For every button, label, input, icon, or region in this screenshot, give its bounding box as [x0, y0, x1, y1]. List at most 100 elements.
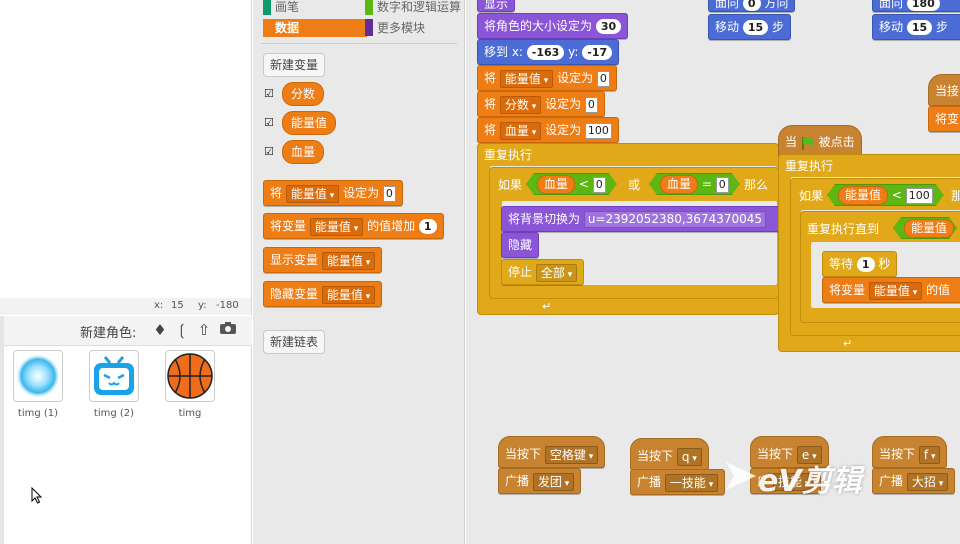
- value-input[interactable]: 0: [382, 185, 396, 202]
- set-variable-block[interactable]: 将 能量值 设定为 0: [263, 180, 403, 206]
- set-size-block[interactable]: 将角色的大小设定为 30: [477, 13, 629, 39]
- x-input[interactable]: -163: [526, 45, 565, 60]
- energy-reporter[interactable]: 能量值: [904, 219, 954, 238]
- health-reporter[interactable]: 血量: [660, 175, 698, 194]
- change-variable-block[interactable]: 将变: [928, 106, 960, 132]
- when-key-pressed-block[interactable]: 当按下 q: [630, 438, 709, 470]
- stop-block[interactable]: 停止 全部: [501, 259, 585, 285]
- when-flag-clicked-block[interactable]: 当 被点击: [778, 125, 862, 157]
- value-input[interactable]: 1: [418, 219, 437, 234]
- variable-dropdown[interactable]: 能量值: [309, 217, 364, 236]
- health-reporter[interactable]: 血量: [537, 175, 575, 194]
- category-more-blocks[interactable]: 更多模块: [365, 19, 425, 37]
- camera-icon[interactable]: [218, 320, 238, 340]
- set-variable-block[interactable]: 将 分数 设定为 0: [477, 91, 605, 117]
- show-block[interactable]: 显示: [477, 0, 516, 12]
- point-direction-block[interactable]: 面向 0 方向: [708, 0, 796, 12]
- value-input[interactable]: 100: [906, 188, 933, 204]
- backdrop-dropdown[interactable]: u=2392052380,3674370045: [583, 211, 767, 228]
- point-direction-block[interactable]: 面向 180: [872, 0, 960, 12]
- condition-operator[interactable]: 能量值: [893, 217, 957, 239]
- loop-arrow-icon: ↵: [843, 337, 853, 350]
- category-operators-label: 数字和逻辑运算: [377, 0, 462, 14]
- stage[interactable]: [0, 0, 252, 298]
- move-steps-block[interactable]: 移动 15 步: [872, 14, 960, 40]
- variable-dropdown[interactable]: 能量值: [499, 69, 554, 88]
- when-key-pressed-block[interactable]: 当按下 空格键: [498, 436, 606, 468]
- block-text: 将: [484, 71, 497, 85]
- value-input[interactable]: 0: [593, 177, 606, 193]
- sprite-thumbnail-orb: [13, 350, 63, 402]
- variable-reporter-health[interactable]: 血量: [282, 140, 325, 164]
- steps-input[interactable]: 15: [906, 20, 933, 35]
- value-input[interactable]: 0: [596, 70, 610, 87]
- sprite-item[interactable]: timg (2): [86, 350, 142, 419]
- when-receive-block[interactable]: 当接: [928, 74, 960, 106]
- wait-block[interactable]: 等待 1 秒: [822, 251, 898, 277]
- stop-option-dropdown[interactable]: 全部: [535, 263, 578, 282]
- variable-dropdown[interactable]: 能量值: [321, 285, 376, 304]
- category-operators[interactable]: 数字和逻辑运算: [365, 0, 461, 16]
- variable-dropdown[interactable]: 能量值: [868, 281, 923, 300]
- direction-input[interactable]: 0: [742, 0, 761, 11]
- broadcast-block[interactable]: 广播 一技能: [630, 469, 726, 495]
- energy-reporter[interactable]: 能量值: [838, 186, 888, 205]
- variable-reporter-score[interactable]: 分数: [282, 82, 325, 106]
- variable-checkbox[interactable]: ☑: [264, 117, 275, 128]
- sprite-library-icon[interactable]: ♦: [150, 320, 170, 340]
- steps-input[interactable]: 15: [742, 20, 769, 35]
- block-text: 将角色的大小设定为: [484, 19, 593, 33]
- key-dropdown[interactable]: f: [918, 445, 941, 464]
- block-text: 被点击: [818, 135, 855, 149]
- block-text: 当: [785, 135, 798, 149]
- new-list-button[interactable]: 新建链表: [263, 330, 326, 354]
- message-dropdown[interactable]: 发团: [532, 472, 575, 491]
- variable-dropdown[interactable]: 能量值: [285, 184, 340, 203]
- watermark-logo-icon: [726, 462, 756, 490]
- less-than-operator[interactable]: 能量值 < 100: [827, 184, 944, 206]
- upload-icon[interactable]: ⇧: [194, 320, 214, 340]
- block-text: 移到 x:: [484, 45, 523, 59]
- paint-brush-icon[interactable]: ❲: [172, 320, 192, 340]
- variable-dropdown[interactable]: 能量值: [321, 251, 376, 270]
- category-pen[interactable]: 画笔: [263, 0, 299, 16]
- move-steps-block[interactable]: 移动 15 步: [708, 14, 791, 40]
- y-label: y:: [198, 300, 207, 311]
- hide-variable-block[interactable]: 隐藏变量 能量值: [263, 281, 383, 307]
- sprite-item[interactable]: timg (1): [10, 350, 66, 419]
- block-text: 重复执行: [484, 148, 533, 162]
- variable-reporter-energy[interactable]: 能量值: [282, 111, 337, 135]
- value-input[interactable]: 100: [584, 122, 612, 139]
- sprite-item[interactable]: timg: [162, 350, 218, 419]
- show-variable-block[interactable]: 显示变量 能量值: [263, 247, 383, 273]
- variable-dropdown[interactable]: 血量: [499, 121, 542, 140]
- direction-input[interactable]: 180: [906, 0, 940, 11]
- key-dropdown[interactable]: 空格键: [544, 445, 599, 464]
- value-input[interactable]: 0: [584, 96, 598, 113]
- switch-backdrop-block[interactable]: 将背景切换为 u=2392052380,3674370045: [501, 206, 791, 232]
- broadcast-block[interactable]: 广播 发团: [498, 468, 582, 494]
- size-input[interactable]: 30: [595, 19, 622, 34]
- hide-block[interactable]: 隐藏: [501, 232, 540, 258]
- seconds-input[interactable]: 1: [856, 257, 875, 272]
- category-data[interactable]: 数据: [263, 19, 367, 37]
- block-text: 显示变量: [270, 253, 319, 267]
- go-to-xy-block[interactable]: 移到 x: -163 y: -17: [477, 39, 620, 65]
- block-text: 设定为: [545, 123, 582, 137]
- change-variable-block[interactable]: 将变量 能量值 的值增加 1: [263, 213, 444, 239]
- key-dropdown[interactable]: q: [676, 447, 702, 466]
- y-input[interactable]: -17: [582, 45, 613, 60]
- variable-dropdown[interactable]: 分数: [499, 95, 542, 114]
- set-variable-block[interactable]: 将 血量 设定为 100: [477, 117, 619, 143]
- value-input[interactable]: 0: [716, 177, 729, 193]
- new-variable-button[interactable]: 新建变量: [263, 53, 326, 77]
- message-dropdown[interactable]: 一技能: [664, 473, 719, 492]
- operator-text: <: [578, 177, 589, 191]
- equals-operator[interactable]: 血量 = 0: [649, 173, 740, 195]
- variable-checkbox[interactable]: ☑: [264, 88, 275, 99]
- set-variable-block[interactable]: 将 能量值 设定为 0: [477, 65, 617, 91]
- change-variable-block[interactable]: 将变量 能量值 的值: [822, 277, 960, 303]
- sprite-name: timg: [178, 408, 202, 419]
- less-than-operator[interactable]: 血量 < 0: [526, 173, 617, 195]
- variable-checkbox[interactable]: ☑: [264, 146, 275, 157]
